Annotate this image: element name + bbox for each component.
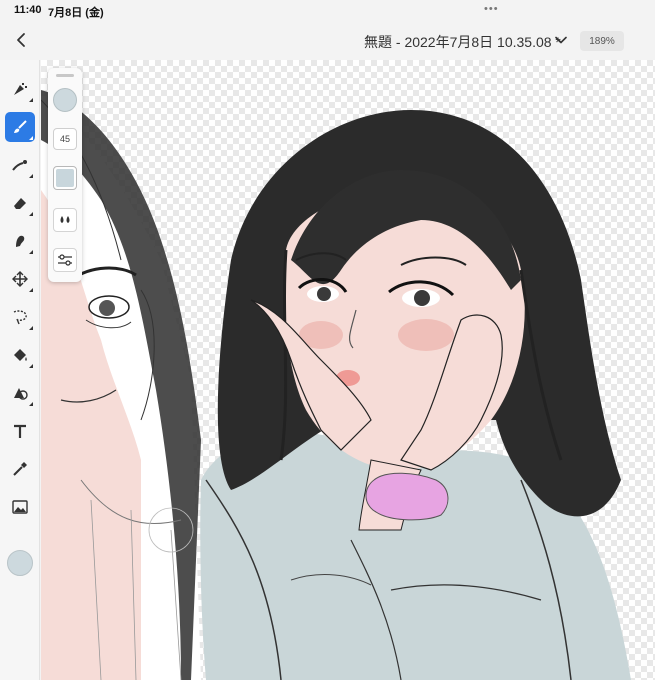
back-button[interactable] [10,27,32,53]
vector-brush-tool[interactable] [5,150,35,180]
tool-rail [0,60,40,680]
paint-bucket-icon [14,349,27,361]
droplets-icon [60,216,70,223]
text-icon [14,424,26,438]
status-bar: 11:40 7月8日 (金) ••• [0,0,655,22]
drawing-canvas[interactable] [41,60,655,680]
image-tool[interactable] [5,492,35,522]
text-tool[interactable] [5,416,35,446]
multitask-dots[interactable]: ••• [484,3,499,15]
chevron-down-icon [555,36,567,44]
pixel-brush-icon [14,83,27,95]
top-bar: 無題 - 2022年7月8日 10.35.08 * 189% [0,22,655,60]
zoom-level[interactable]: 189% [580,31,624,51]
live-brush-icon [14,120,27,133]
smudge-icon [16,235,25,247]
shape-tool[interactable] [5,378,35,408]
brush-size-field[interactable]: 45 [53,128,77,150]
smudge-tool[interactable] [5,226,35,256]
live-brush-tool[interactable] [5,112,35,142]
eyedropper-icon [13,462,27,476]
eraser-icon [14,198,26,209]
water-flow-button[interactable] [53,208,77,232]
eraser-tool[interactable] [5,188,35,218]
current-color-swatch[interactable] [7,550,33,576]
eyedropper-tool[interactable] [5,454,35,484]
transform-tool[interactable] [5,264,35,294]
artwork-illustration [41,90,632,680]
image-icon [12,500,28,514]
panel-drag-handle[interactable] [56,74,74,77]
lasso-icon [13,310,27,325]
title-menu-button[interactable] [552,31,570,49]
pixel-brush-tool[interactable] [5,74,35,104]
app-window: 11:40 7月8日 (金) ••• 無題 - 2022年7月8日 10.35.… [0,0,655,680]
document-title[interactable]: 無題 - 2022年7月8日 10.35.08 * [364,32,561,52]
sliders-icon [58,254,72,266]
vector-brush-icon [12,160,27,171]
brush-properties-panel: 45 [48,68,82,282]
status-date: 7月8日 (金) [48,7,104,19]
fill-tool[interactable] [5,340,35,370]
status-time: 11:40 [14,4,42,16]
brush-preview[interactable] [53,88,77,112]
brush-color-swatch[interactable] [53,166,77,190]
chevron-left-icon [17,33,25,47]
selection-tool[interactable] [5,302,35,332]
move-arrows-icon [12,271,28,287]
shape-icon [14,388,28,400]
brush-settings-button[interactable] [53,248,77,272]
main-figure [200,110,632,680]
